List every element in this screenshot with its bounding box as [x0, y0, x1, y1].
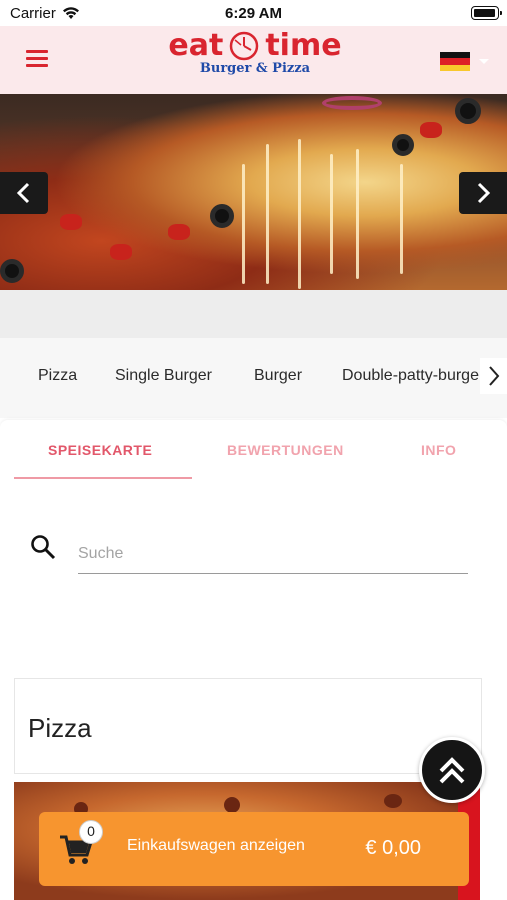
category-single-burger[interactable]: Single Burger [115, 367, 212, 385]
tab-info[interactable]: INFO [421, 442, 456, 458]
view-cart-button[interactable]: 0 Einkaufswagen anzeigen € 0,00 [39, 812, 469, 886]
topping-dot [384, 794, 402, 808]
double-chevron-up-icon [439, 757, 465, 784]
tab-bewertungen[interactable]: BEWERTUNGEN [227, 442, 344, 458]
category-burger[interactable]: Burger [254, 367, 302, 385]
topping-dot [224, 797, 240, 813]
logo-subtitle: Burger & Pizza [199, 61, 311, 76]
divider-band [0, 290, 507, 338]
chevron-left-icon [16, 182, 30, 204]
olive-topping [0, 259, 24, 283]
cheese-strand [266, 144, 269, 284]
cart-count-badge: 0 [79, 820, 103, 844]
tab-speisekarte[interactable]: SPEISEKARTE [48, 442, 152, 458]
scroll-to-top-button[interactable] [419, 737, 485, 803]
status-bar: Carrier 6:29 AM [0, 0, 507, 26]
logo-word-time: time [265, 28, 342, 63]
category-scroll-right-button[interactable] [480, 358, 507, 394]
app-screen: Carrier 6:29 AM eat time Burger & Pizza … [0, 0, 507, 900]
tomato-topping [110, 244, 132, 260]
brand-logo[interactable]: eat time Burger & Pizza [160, 28, 350, 88]
cheese-strand [242, 164, 245, 284]
chevron-right-icon [488, 366, 499, 386]
german-flag-icon[interactable] [440, 52, 470, 71]
active-tab-indicator [14, 477, 192, 479]
cart-label: Einkaufswagen anzeigen [127, 837, 305, 854]
clock-time: 6:29 AM [225, 5, 282, 22]
olive-topping [455, 98, 481, 124]
category-pizza[interactable]: Pizza [38, 367, 77, 385]
tomato-topping [60, 214, 82, 230]
cheese-strand [330, 154, 333, 274]
language-dropdown-caret-icon[interactable] [479, 59, 489, 64]
logo-word-eat: eat [168, 28, 224, 63]
category-double-patty-burger[interactable]: Double-patty-burger [342, 367, 484, 385]
cheese-strand [356, 149, 359, 279]
battery-icon [471, 6, 502, 20]
category-bar: Pizza Single Burger Burger Double-patty-… [0, 338, 507, 418]
cheese-strand [400, 164, 403, 274]
olive-topping [210, 204, 234, 228]
onion-topping [322, 96, 382, 110]
tomato-topping [168, 224, 190, 240]
search-icon [31, 535, 56, 560]
clock-logo-icon [230, 31, 259, 60]
slider-next-button[interactable] [459, 172, 507, 214]
hero-image-slider[interactable] [0, 94, 507, 290]
cart-total: € 0,00 [365, 837, 421, 859]
olive-topping [392, 134, 414, 156]
app-header: eat time Burger & Pizza [0, 26, 507, 94]
tomato-topping [420, 122, 442, 138]
chevron-right-icon [477, 182, 491, 204]
section-header-card: Pizza [14, 678, 482, 774]
section-title: Pizza [28, 713, 92, 743]
menu-hamburger-icon[interactable] [26, 50, 48, 68]
cheese-strand [298, 139, 301, 289]
slider-previous-button[interactable] [0, 172, 48, 214]
search-input[interactable] [78, 534, 468, 574]
